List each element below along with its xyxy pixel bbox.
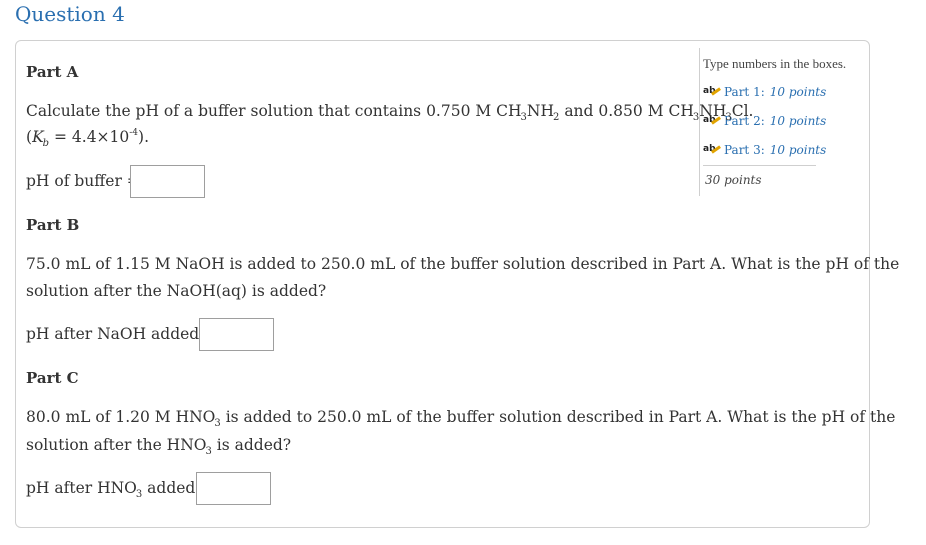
part-a-kb-value: (Kb = 4.4×10-4). [26,128,150,149]
part-a-answer-label: pH of buffer = [26,172,140,190]
sidebar-part-3[interactable]: ab Part 3: 10 points [703,143,826,157]
part-c-answer-input[interactable] [196,472,271,505]
sidebar-part-points: 10 points [769,114,827,128]
sidebar-instruction: Type numbers in the boxes. [703,56,847,71]
sidebar-divider [703,165,816,166]
part-a-question: Calculate the pH of a buffer solution th… [26,102,754,123]
part-c-question-line-2: solution after the HNO3 is added? [26,436,292,457]
text-entry-icon: ab [703,144,719,156]
question-title: Question 4 [15,2,125,26]
part-c-question-line-1: 80.0 mL of 1.20 M HNO3 is added to 250.0… [26,408,896,429]
part-b-question-line-1: 75.0 mL of 1.15 M NaOH is added to 250.0… [26,255,900,273]
sidebar-part-points: 10 points [769,85,827,99]
text-entry-icon: ab [703,86,719,98]
sidebar-part-label: Part 3: [724,143,765,157]
part-a-answer-input[interactable] [130,165,205,198]
part-b-question-line-2: solution after the NaOH(aq) is added? [26,282,327,300]
sidebar-part-1[interactable]: ab Part 1: 10 points [703,85,826,99]
part-a-heading: Part A [26,63,79,81]
sidebar-total-points: 30 points [705,173,762,187]
part-b-heading: Part B [26,216,80,234]
sidebar-part-points: 10 points [769,143,827,157]
part-c-heading: Part C [26,369,79,387]
part-b-answer-label: pH after NaOH added = [26,325,218,343]
part-c-answer-label: pH after HNO3 added = [26,479,214,500]
part-b-answer-input[interactable] [199,318,274,351]
sidebar-part-label: Part 1: [724,85,765,99]
